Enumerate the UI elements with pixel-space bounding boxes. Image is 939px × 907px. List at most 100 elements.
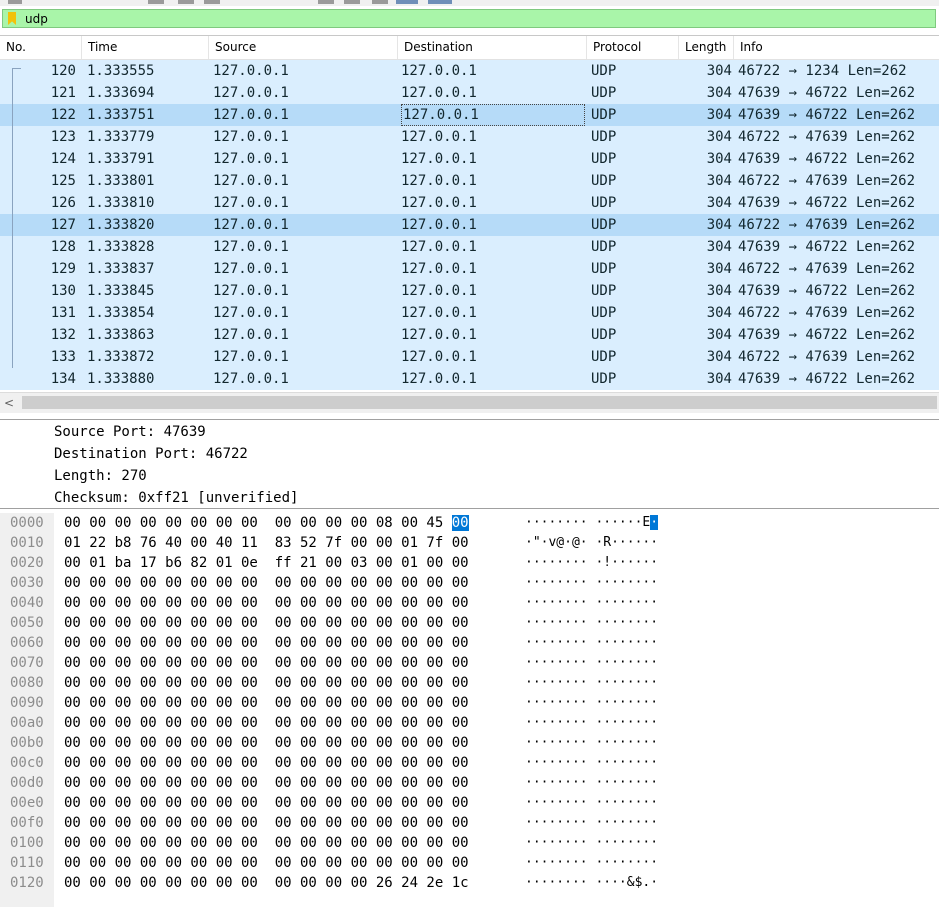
hex-bytes[interactable]: 00 00 00 00 00 00 00 00 00 00 00 00 00 0… bbox=[64, 613, 469, 633]
ascii-dump[interactable]: ········ ········ bbox=[525, 573, 658, 593]
table-row-selected[interactable]: 122 1.333751 127.0.0.1 127.0.0.1 UDP 304 47639… bbox=[0, 104, 939, 126]
ascii-dump[interactable]: ········ ········ bbox=[525, 653, 658, 673]
table-row[interactable]: 123 1.333779 127.0.0.1 127.0.0.1 UDP 304 46722… bbox=[0, 126, 939, 148]
toolbar-button-icon[interactable] bbox=[148, 0, 164, 4]
hex-row[interactable]: 0100 00 00 00 00 00 00 00 00 00 00 00 00 … bbox=[0, 833, 939, 853]
ascii-dump[interactable]: ········ ········ bbox=[525, 613, 658, 633]
hex-row[interactable]: 00b0 00 00 00 00 00 00 00 00 00 00 00 00 … bbox=[0, 733, 939, 753]
hex-row[interactable]: 0010 01 22 b8 76 40 00 40 11 83 52 7f 00 … bbox=[0, 533, 939, 553]
ascii-dump[interactable]: ········ ········ bbox=[525, 713, 658, 733]
packet-bytes-pane[interactable]: 0000 00 00 00 00 00 00 00 00 00 00 00 00 … bbox=[0, 513, 939, 907]
ascii-dump[interactable]: ········ ········ bbox=[525, 693, 658, 713]
table-row[interactable]: 130 1.333845 127.0.0.1 127.0.0.1 UDP 304 47639… bbox=[0, 280, 939, 302]
hex-bytes[interactable]: 00 00 00 00 00 00 00 00 00 00 00 00 00 0… bbox=[64, 813, 469, 833]
horizontal-scrollbar[interactable]: < bbox=[0, 392, 939, 413]
hex-bytes[interactable]: 00 00 00 00 00 00 00 00 00 00 00 00 00 0… bbox=[64, 673, 469, 693]
table-row[interactable]: 125 1.333801 127.0.0.1 127.0.0.1 UDP 304 46722… bbox=[0, 170, 939, 192]
ascii-dump[interactable]: ········ ········ bbox=[525, 833, 658, 853]
table-row[interactable]: 121 1.333694 127.0.0.1 127.0.0.1 UDP 304 47639… bbox=[0, 82, 939, 104]
hex-row[interactable]: 0040 00 00 00 00 00 00 00 00 00 00 00 00 … bbox=[0, 593, 939, 613]
ascii-dump[interactable]: ········ ········ bbox=[525, 853, 658, 873]
hex-bytes[interactable]: 01 22 b8 76 40 00 40 11 83 52 7f 00 00 0… bbox=[64, 533, 469, 553]
hex-bytes[interactable]: 00 00 00 00 00 00 00 00 00 00 00 00 00 0… bbox=[64, 573, 469, 593]
packet-details-pane[interactable]: Source Port: 47639 Destination Port: 467… bbox=[0, 419, 939, 509]
ascii-dump[interactable]: ········ ········ bbox=[525, 813, 658, 833]
hex-bytes[interactable]: 00 00 00 00 00 00 00 00 00 00 00 00 00 0… bbox=[64, 713, 469, 733]
ascii-dump[interactable]: ········ ········ bbox=[525, 673, 658, 693]
toolbar-button-icon[interactable] bbox=[318, 0, 334, 4]
hex-bytes[interactable]: 00 00 00 00 00 00 00 00 00 00 00 00 00 0… bbox=[64, 793, 469, 813]
bookmark-icon[interactable] bbox=[8, 12, 16, 25]
detail-source-port[interactable]: Source Port: 47639 bbox=[54, 421, 206, 443]
ascii-dump[interactable]: ········ ········ bbox=[525, 793, 658, 813]
ascii-dump[interactable]: ········ ····&$.· bbox=[525, 873, 658, 893]
toolbar-button-icon[interactable] bbox=[204, 0, 220, 4]
detail-length[interactable]: Length: 270 bbox=[54, 465, 147, 487]
hex-bytes[interactable]: 00 00 00 00 00 00 00 00 00 00 00 00 00 0… bbox=[64, 653, 469, 673]
hex-row[interactable]: 00f0 00 00 00 00 00 00 00 00 00 00 00 00 … bbox=[0, 813, 939, 833]
hex-row[interactable]: 00a0 00 00 00 00 00 00 00 00 00 00 00 00 … bbox=[0, 713, 939, 733]
table-row[interactable]: 131 1.333854 127.0.0.1 127.0.0.1 UDP 304 46722… bbox=[0, 302, 939, 324]
ascii-dump[interactable]: ·"·v@·@· ·R······ bbox=[525, 533, 658, 553]
hex-bytes[interactable]: 00 00 00 00 00 00 00 00 00 00 00 00 08 0… bbox=[64, 513, 469, 533]
hex-bytes[interactable]: 00 00 00 00 00 00 00 00 00 00 00 00 00 0… bbox=[64, 773, 469, 793]
table-row[interactable]: 128 1.333828 127.0.0.1 127.0.0.1 UDP 304 47639… bbox=[0, 236, 939, 258]
colorize-toggle-icon[interactable] bbox=[396, 0, 418, 4]
ascii-dump[interactable]: ········ ······E· bbox=[525, 513, 659, 533]
hex-bytes[interactable]: 00 00 00 00 00 00 00 00 00 00 00 00 26 2… bbox=[64, 873, 469, 893]
scroll-left-icon[interactable]: < bbox=[4, 396, 14, 410]
ascii-dump[interactable]: ········ ········ bbox=[525, 593, 658, 613]
detail-destination-port[interactable]: Destination Port: 46722 bbox=[54, 443, 248, 465]
hex-bytes[interactable]: 00 00 00 00 00 00 00 00 00 00 00 00 00 0… bbox=[64, 593, 469, 613]
hex-row[interactable]: 00e0 00 00 00 00 00 00 00 00 00 00 00 00 … bbox=[0, 793, 939, 813]
packet-list[interactable]: No. Time Source Destination Protocol Len… bbox=[0, 35, 939, 413]
hex-row[interactable]: 0110 00 00 00 00 00 00 00 00 00 00 00 00 … bbox=[0, 853, 939, 873]
table-row[interactable]: 127 1.333820 127.0.0.1 127.0.0.1 UDP 304 46722… bbox=[0, 214, 939, 236]
column-header-destination[interactable]: Destination bbox=[398, 36, 587, 59]
hex-row[interactable]: 0000 00 00 00 00 00 00 00 00 00 00 00 00 … bbox=[0, 513, 939, 533]
ascii-dump[interactable]: ········ ········ bbox=[525, 773, 658, 793]
hex-row[interactable]: 0060 00 00 00 00 00 00 00 00 00 00 00 00 … bbox=[0, 633, 939, 653]
hex-bytes[interactable]: 00 00 00 00 00 00 00 00 00 00 00 00 00 0… bbox=[64, 853, 469, 873]
hex-bytes[interactable]: 00 00 00 00 00 00 00 00 00 00 00 00 00 0… bbox=[64, 633, 469, 653]
horizontal-scroll-thumb[interactable] bbox=[22, 396, 937, 409]
table-row[interactable]: 133 1.333872 127.0.0.1 127.0.0.1 UDP 304 46722… bbox=[0, 346, 939, 368]
toolbar-button-icon[interactable] bbox=[344, 0, 360, 4]
hex-bytes[interactable]: 00 00 00 00 00 00 00 00 00 00 00 00 00 0… bbox=[64, 753, 469, 773]
hex-row[interactable]: 0020 00 01 ba 17 b6 82 01 0e ff 21 00 03 … bbox=[0, 553, 939, 573]
hex-row[interactable]: 0050 00 00 00 00 00 00 00 00 00 00 00 00 … bbox=[0, 613, 939, 633]
display-filter-input[interactable]: udp bbox=[2, 9, 936, 28]
detail-checksum[interactable]: Checksum: 0xff21 [unverified] bbox=[54, 487, 298, 508]
column-header-info[interactable]: Info bbox=[734, 36, 939, 59]
hex-row[interactable]: 0090 00 00 00 00 00 00 00 00 00 00 00 00 … bbox=[0, 693, 939, 713]
toolbar-button-icon[interactable] bbox=[372, 0, 388, 4]
table-row[interactable]: 126 1.333810 127.0.0.1 127.0.0.1 UDP 304 47639… bbox=[0, 192, 939, 214]
table-row[interactable]: 129 1.333837 127.0.0.1 127.0.0.1 UDP 304 46722… bbox=[0, 258, 939, 280]
ascii-dump[interactable]: ········ ········ bbox=[525, 733, 658, 753]
hex-row[interactable]: 0120 00 00 00 00 00 00 00 00 00 00 00 00 … bbox=[0, 873, 939, 893]
hex-bytes[interactable]: 00 00 00 00 00 00 00 00 00 00 00 00 00 0… bbox=[64, 733, 469, 753]
selected-byte[interactable]: 00 bbox=[451, 515, 469, 531]
autoscroll-toggle-icon[interactable] bbox=[428, 0, 452, 4]
column-header-no[interactable]: No. bbox=[0, 36, 82, 59]
ascii-dump[interactable]: ········ ·!······ bbox=[525, 553, 658, 573]
column-header-length[interactable]: Length bbox=[679, 36, 734, 59]
hex-row[interactable]: 0030 00 00 00 00 00 00 00 00 00 00 00 00 … bbox=[0, 573, 939, 593]
table-row[interactable]: 120 1.333555 127.0.0.1 127.0.0.1 UDP 304 46722… bbox=[0, 60, 939, 82]
hex-bytes[interactable]: 00 00 00 00 00 00 00 00 00 00 00 00 00 0… bbox=[64, 833, 469, 853]
hex-bytes[interactable]: 00 01 ba 17 b6 82 01 0e ff 21 00 03 00 0… bbox=[64, 553, 469, 573]
selected-ascii-char[interactable]: · bbox=[650, 515, 659, 530]
hex-row[interactable]: 0080 00 00 00 00 00 00 00 00 00 00 00 00 … bbox=[0, 673, 939, 693]
ascii-dump[interactable]: ········ ········ bbox=[525, 633, 658, 653]
column-header-protocol[interactable]: Protocol bbox=[587, 36, 679, 59]
table-row[interactable]: 124 1.333791 127.0.0.1 127.0.0.1 UDP 304 47639… bbox=[0, 148, 939, 170]
toolbar-button-icon[interactable] bbox=[178, 0, 194, 4]
column-header-time[interactable]: Time bbox=[82, 36, 209, 59]
table-row[interactable]: 134 1.333880 127.0.0.1 127.0.0.1 UDP 304 47639… bbox=[0, 368, 939, 390]
hex-bytes[interactable]: 00 00 00 00 00 00 00 00 00 00 00 00 00 0… bbox=[64, 693, 469, 713]
hex-row[interactable]: 00d0 00 00 00 00 00 00 00 00 00 00 00 00 … bbox=[0, 773, 939, 793]
hex-row[interactable]: 00c0 00 00 00 00 00 00 00 00 00 00 00 00 … bbox=[0, 753, 939, 773]
column-header-source[interactable]: Source bbox=[209, 36, 398, 59]
table-row[interactable]: 132 1.333863 127.0.0.1 127.0.0.1 UDP 304 47639… bbox=[0, 324, 939, 346]
ascii-dump[interactable]: ········ ········ bbox=[525, 753, 658, 773]
